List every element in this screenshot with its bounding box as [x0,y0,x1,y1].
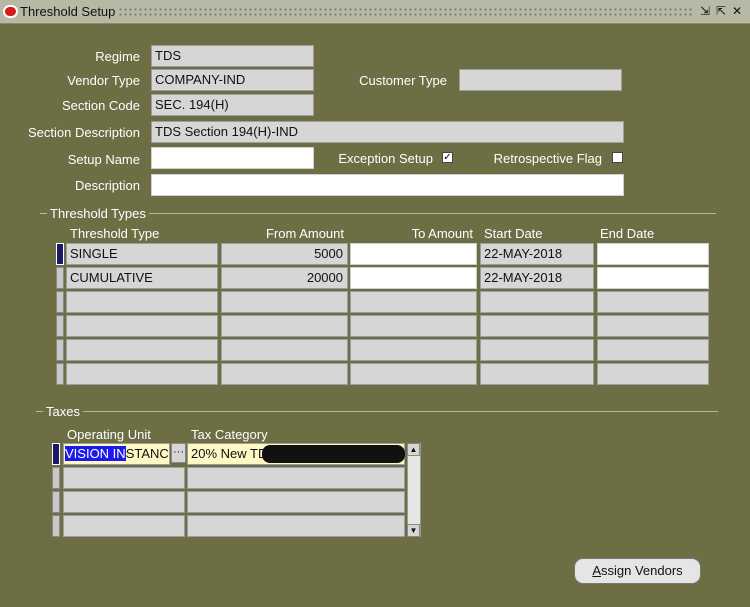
to-amount-cell[interactable] [350,315,477,337]
taxes-divider [36,411,718,412]
row-indicator[interactable] [52,515,60,537]
start-date-cell[interactable] [480,291,594,313]
from-amount-cell[interactable]: 20000 [221,267,348,289]
exception-setup-label: Exception Setup [338,151,433,166]
col-operating-unit: Operating Unit [67,427,151,442]
scroll-down-icon[interactable]: ▼ [407,524,420,537]
row-indicator[interactable] [56,267,64,289]
scroll-up-icon[interactable]: ▲ [407,443,420,456]
threshold-type-cell[interactable] [66,363,218,385]
end-date-cell[interactable] [597,339,709,361]
tax-category-cell[interactable] [187,491,405,513]
tax-category-cell[interactable] [187,515,405,537]
row-indicator[interactable] [56,363,64,385]
row-indicator[interactable] [52,443,60,465]
section-code-field[interactable]: SEC. 194(H) [151,94,314,116]
operating-unit-cell[interactable] [63,515,185,537]
vendor-type-label: Vendor Type [67,73,140,88]
operating-unit-selected-text: VISION IN [65,446,126,461]
to-amount-cell[interactable] [350,267,477,289]
end-date-cell[interactable] [597,363,709,385]
end-date-cell[interactable] [597,315,709,337]
to-amount-cell[interactable] [350,243,477,265]
operating-unit-rest-text: STANCI [125,446,170,461]
vendor-type-field[interactable]: COMPANY-IND [151,69,314,91]
threshold-type-cell[interactable]: CUMULATIVE [66,267,218,289]
operating-unit-lov-button[interactable]: ··· [171,443,186,463]
redaction-mark [262,445,405,463]
setup-name-label: Setup Name [67,152,140,167]
window-title: Threshold Setup [20,4,116,19]
end-date-cell[interactable] [597,267,709,289]
description-field[interactable] [151,174,624,196]
close-icon[interactable]: ✕ [730,3,744,19]
retrospective-flag-label: Retrospective Flag [493,151,602,166]
threshold-type-cell[interactable]: SINGLE [66,243,218,265]
row-indicator[interactable] [56,243,64,265]
col-to-amount: To Amount [411,226,473,241]
from-amount-cell[interactable] [221,315,348,337]
col-from-amount: From Amount [265,226,344,241]
minimize-icon[interactable]: ⇲ [698,3,712,19]
end-date-cell[interactable] [597,291,709,313]
to-amount-cell[interactable] [350,363,477,385]
row-indicator[interactable] [56,291,64,313]
operating-unit-cell[interactable]: VISION INSTANCI [63,443,170,465]
retrospective-flag-checkbox[interactable] [612,152,623,163]
threshold-type-cell[interactable] [66,291,218,313]
col-threshold-type: Threshold Type [70,226,160,241]
end-date-cell[interactable] [597,243,709,265]
start-date-cell[interactable]: 22-MAY-2018 [480,243,594,265]
section-code-label: Section Code [61,98,140,113]
start-date-cell[interactable] [480,339,594,361]
col-start-date: Start Date [484,226,543,241]
assign-vendors-mnemonic: A [592,563,601,578]
start-date-cell[interactable]: 22-MAY-2018 [480,267,594,289]
row-indicator[interactable] [52,491,60,513]
from-amount-cell[interactable] [221,363,348,385]
row-indicator[interactable] [52,467,60,489]
taxes-title: Taxes [43,404,83,419]
customer-type-field[interactable] [459,69,622,91]
threshold-type-cell[interactable] [66,315,218,337]
row-indicator[interactable] [56,339,64,361]
regime-label: Regime [95,49,140,64]
start-date-cell[interactable] [480,315,594,337]
oracle-logo-icon [3,5,18,18]
from-amount-cell[interactable] [221,291,348,313]
row-indicator[interactable] [56,315,64,337]
col-end-date: End Date [600,226,655,241]
section-description-label: Section Description [28,125,140,140]
col-tax-category: Tax Category [191,427,268,442]
setup-name-field[interactable] [151,147,314,169]
tax-category-cell[interactable] [187,467,405,489]
to-amount-cell[interactable] [350,339,477,361]
exception-setup-checkbox[interactable]: ✓ [442,152,453,163]
start-date-cell[interactable] [480,363,594,385]
to-amount-cell[interactable] [350,291,477,313]
maximize-icon[interactable]: ⇱ [714,3,728,19]
operating-unit-cell[interactable] [63,491,185,513]
threshold-type-cell[interactable] [66,339,218,361]
threshold-types-title: Threshold Types [47,206,149,221]
customer-type-label: Customer Type [359,73,447,88]
assign-vendors-button[interactable]: Assign Vendors [574,558,701,584]
from-amount-cell[interactable]: 5000 [221,243,348,265]
title-bar-grip[interactable] [118,7,692,17]
regime-field[interactable]: TDS [151,45,314,67]
operating-unit-cell[interactable] [63,467,185,489]
section-description-field[interactable]: TDS Section 194(H)-IND [151,121,624,143]
from-amount-cell[interactable] [221,339,348,361]
assign-vendors-label: ssign Vendors [601,563,683,578]
description-label: Description [74,178,140,193]
taxes-scrollbar[interactable] [407,443,421,537]
